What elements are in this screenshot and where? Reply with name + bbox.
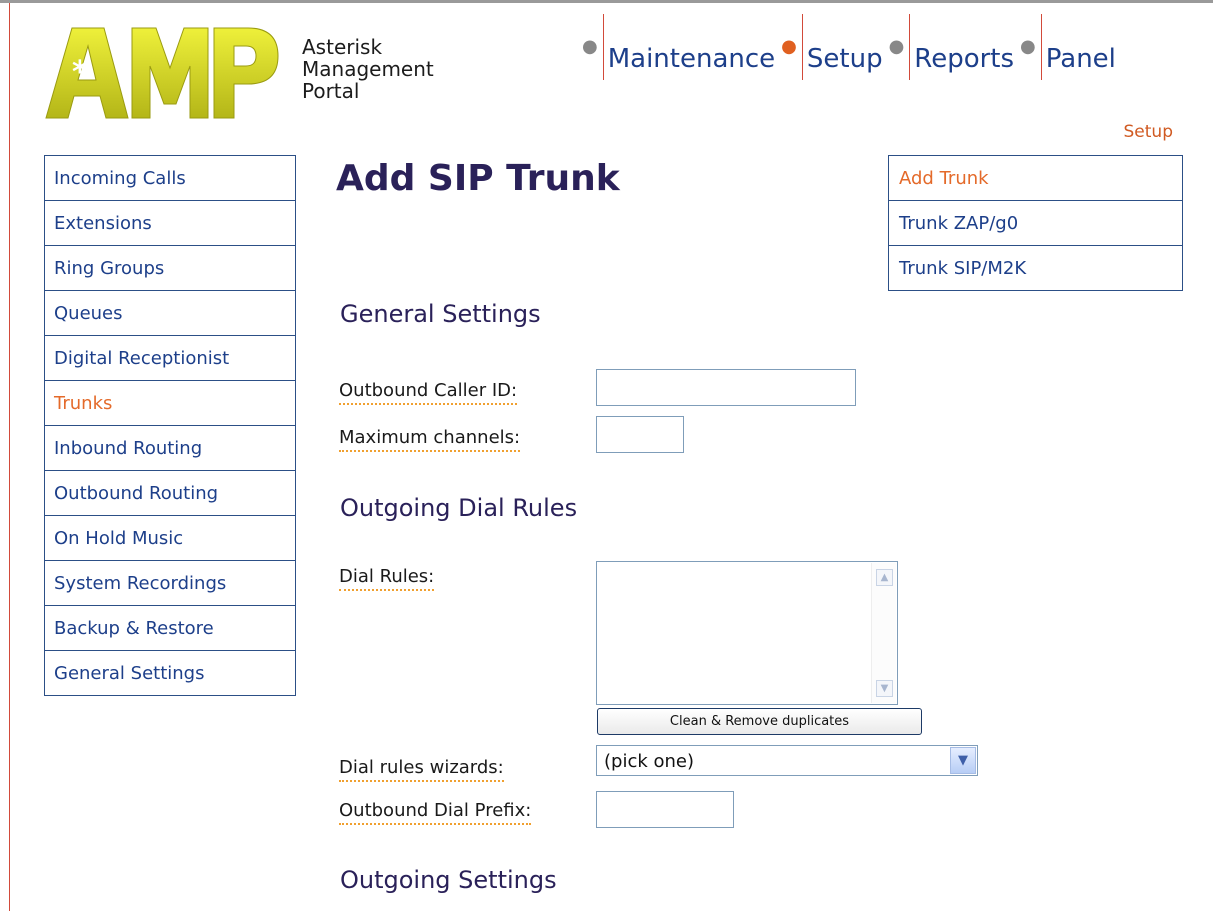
top-nav: ● Maintenance ● Setup ● Reports ● Panel [582, 14, 1122, 80]
logo-subtitle: Asterisk Management Portal [302, 36, 434, 102]
bullet-icon: ● [1020, 36, 1036, 57]
chevron-down-icon[interactable]: ▼ [950, 747, 976, 774]
logo-subtitle-line: Management [302, 57, 434, 81]
sidebar-item-incoming-calls[interactable]: Incoming Calls [45, 156, 295, 201]
maximum-channels-input[interactable] [596, 416, 684, 453]
top-nav-item-panel: ● Panel [1020, 14, 1122, 80]
bullet-icon: ● [781, 36, 797, 57]
nav-link-reports[interactable]: Reports [909, 14, 1020, 80]
sidebar-item-system-recordings[interactable]: System Recordings [45, 561, 295, 606]
outgoing-dial-rules-heading: Outgoing Dial Rules [340, 494, 578, 522]
sidebar-item-general-settings[interactable]: General Settings [45, 651, 295, 696]
nav-link-setup[interactable]: Setup [801, 14, 889, 80]
subnav-item-add-trunk[interactable]: Add Trunk [889, 156, 1182, 201]
subnav-item-trunk-sip[interactable]: Trunk SIP/M2K [889, 246, 1182, 291]
logo-subtitle-line: Portal [302, 79, 360, 103]
top-nav-item-maintenance: ● Maintenance [582, 14, 781, 80]
sidebar-item-on-hold-music[interactable]: On Hold Music [45, 516, 295, 561]
outgoing-settings-heading: Outgoing Settings [340, 866, 557, 894]
dial-rules-wizards-selected: (pick one) [604, 751, 695, 772]
top-nav-item-reports: ● Reports [889, 14, 1020, 80]
subnav-item-trunk-zap[interactable]: Trunk ZAP/g0 [889, 201, 1182, 246]
logo-subtitle-line: Asterisk [302, 35, 383, 59]
general-settings-heading: General Settings [340, 300, 541, 328]
dial-rules-label: Dial Rules: [339, 566, 435, 591]
outbound-dial-prefix-input[interactable] [596, 791, 734, 828]
sidebar-item-digital-receptionist[interactable]: Digital Receptionist [45, 336, 295, 381]
maximum-channels-label: Maximum channels: [339, 427, 521, 452]
clean-remove-duplicates-button[interactable]: Clean & Remove duplicates [597, 708, 922, 735]
page-title: Add SIP Trunk [336, 158, 620, 199]
top-nav-item-setup: ● Setup [781, 14, 888, 80]
sidebar-item-inbound-routing[interactable]: Inbound Routing [45, 426, 295, 471]
outbound-caller-id-input[interactable] [596, 369, 856, 406]
outbound-caller-id-label: Outbound Caller ID: [339, 380, 518, 405]
svg-text:*: * [72, 55, 88, 90]
scroll-down-icon[interactable]: ▼ [876, 680, 893, 697]
dial-rules-wizards-label: Dial rules wizards: [339, 757, 504, 782]
trunk-subnav: Add Trunk Trunk ZAP/g0 Trunk SIP/M2K [888, 155, 1183, 291]
dial-rules-scrollbar[interactable]: ▲ ▼ [871, 563, 896, 703]
outbound-dial-prefix-label: Outbound Dial Prefix: [339, 800, 532, 825]
top-border [0, 0, 1213, 3]
nav-link-panel[interactable]: Panel [1040, 14, 1122, 80]
amp-logo: * [45, 27, 279, 119]
dial-rules-textarea[interactable]: ▲ ▼ [596, 561, 898, 705]
section-label: Setup [1123, 122, 1173, 142]
left-border [9, 3, 10, 911]
bullet-icon: ● [582, 36, 598, 57]
sidebar-item-backup-restore[interactable]: Backup & Restore [45, 606, 295, 651]
sidebar-item-trunks[interactable]: Trunks [45, 381, 295, 426]
bullet-icon: ● [888, 36, 905, 57]
sidebar-item-queues[interactable]: Queues [45, 291, 295, 336]
sidebar-item-ring-groups[interactable]: Ring Groups [45, 246, 295, 291]
sidebar: Incoming Calls Extensions Ring Groups Qu… [44, 155, 296, 696]
nav-link-maintenance[interactable]: Maintenance [602, 14, 781, 80]
sidebar-item-extensions[interactable]: Extensions [45, 201, 295, 246]
dial-rules-wizards-select[interactable]: (pick one) ▼ [596, 745, 978, 776]
scroll-up-icon[interactable]: ▲ [876, 569, 893, 586]
sidebar-item-outbound-routing[interactable]: Outbound Routing [45, 471, 295, 516]
